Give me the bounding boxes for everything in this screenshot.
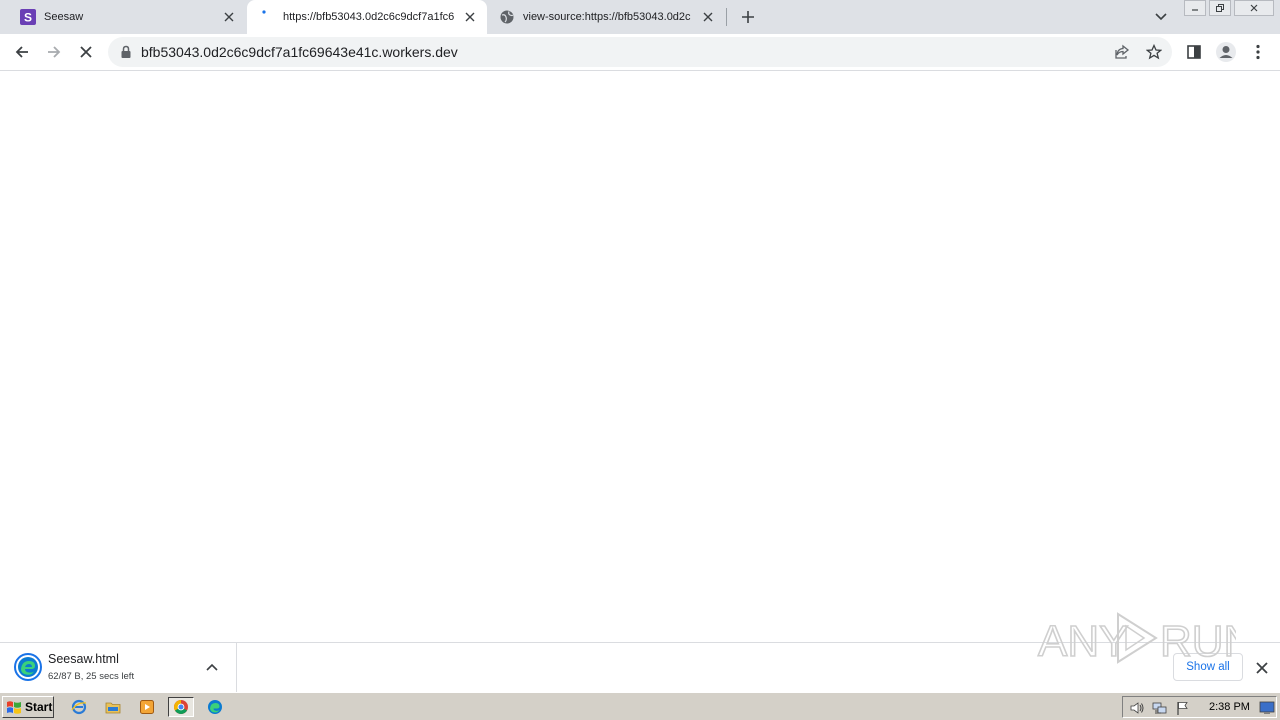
new-tab-button[interactable] bbox=[737, 6, 759, 28]
close-icon[interactable] bbox=[699, 8, 717, 26]
profile-avatar[interactable] bbox=[1212, 38, 1240, 66]
back-button[interactable] bbox=[8, 38, 36, 66]
tab-strip: S Seesaw https://bfb53043.0d2c6c9dcf7a1f… bbox=[0, 0, 1280, 34]
edge-file-icon bbox=[14, 653, 42, 681]
tab-divider bbox=[726, 8, 727, 26]
address-bar[interactable]: bfb53043.0d2c6c9dcf7a1fc69643e41c.worker… bbox=[108, 37, 1172, 67]
chrome-icon[interactable] bbox=[168, 697, 194, 717]
tab-title: https://bfb53043.0d2c6c9dcf7a1fc6 bbox=[283, 11, 455, 23]
share-icon[interactable] bbox=[1111, 41, 1133, 63]
loading-icon bbox=[259, 9, 275, 25]
anyrun-watermark-logo: ANY RUN bbox=[1037, 612, 1236, 667]
media-player-icon[interactable] bbox=[136, 697, 158, 717]
restore-button[interactable] bbox=[1209, 0, 1231, 16]
download-file-name: Seesaw.html bbox=[48, 652, 119, 666]
volume-icon[interactable] bbox=[1129, 700, 1145, 716]
svg-text:ANY: ANY bbox=[1038, 617, 1128, 666]
tab-workers-dev[interactable]: https://bfb53043.0d2c6c9dcf7a1fc6 bbox=[247, 0, 487, 34]
side-panel-button[interactable] bbox=[1180, 38, 1208, 66]
taskbar-clock[interactable]: 2:38 PM bbox=[1209, 701, 1250, 713]
page-content bbox=[0, 72, 1280, 642]
svg-text:S: S bbox=[24, 11, 32, 25]
close-icon[interactable] bbox=[461, 8, 479, 26]
stop-loading-button[interactable] bbox=[72, 38, 100, 66]
network-icon[interactable] bbox=[1152, 700, 1168, 716]
close-icon[interactable] bbox=[220, 8, 238, 26]
download-item[interactable]: Seesaw.html 62/87 B, 25 secs left bbox=[0, 643, 237, 693]
seesaw-favicon: S bbox=[20, 9, 36, 25]
action-center-flag-icon[interactable] bbox=[1175, 700, 1191, 716]
svg-text:RUN: RUN bbox=[1160, 617, 1236, 666]
start-button[interactable]: Start bbox=[2, 696, 54, 718]
windows-logo-icon bbox=[7, 701, 21, 714]
forward-button[interactable] bbox=[40, 38, 68, 66]
menu-kebab-icon[interactable] bbox=[1244, 38, 1272, 66]
globe-icon bbox=[499, 9, 515, 25]
show-desktop-icon[interactable] bbox=[1259, 700, 1275, 716]
url-text[interactable]: bfb53043.0d2c6c9dcf7a1fc69643e41c.worker… bbox=[141, 44, 458, 60]
close-window-button[interactable] bbox=[1234, 0, 1274, 16]
file-explorer-icon[interactable] bbox=[102, 697, 124, 717]
tab-view-source[interactable]: view-source:https://bfb53043.0d2c bbox=[487, 0, 725, 34]
tab-search-button[interactable] bbox=[1150, 6, 1172, 28]
minimize-button[interactable] bbox=[1184, 0, 1206, 16]
start-label: Start bbox=[25, 700, 53, 714]
edge-icon[interactable] bbox=[204, 697, 226, 717]
tab-title: view-source:https://bfb53043.0d2c bbox=[523, 11, 691, 23]
tab-title: Seesaw bbox=[44, 11, 84, 23]
browser-toolbar: bfb53043.0d2c6c9dcf7a1fc69643e41c.worker… bbox=[0, 34, 1280, 71]
close-shelf-icon[interactable] bbox=[1252, 658, 1272, 678]
tab-seesaw[interactable]: S Seesaw bbox=[8, 0, 246, 34]
chevron-up-icon[interactable] bbox=[203, 658, 221, 676]
download-status: 62/87 B, 25 secs left bbox=[48, 671, 135, 682]
internet-explorer-icon[interactable] bbox=[68, 697, 90, 717]
system-tray: 2:38 PM bbox=[1122, 696, 1277, 718]
lock-icon[interactable] bbox=[118, 44, 134, 60]
taskbar: Start 2:38 PM bbox=[0, 692, 1280, 720]
bookmark-star-icon[interactable] bbox=[1143, 41, 1165, 63]
